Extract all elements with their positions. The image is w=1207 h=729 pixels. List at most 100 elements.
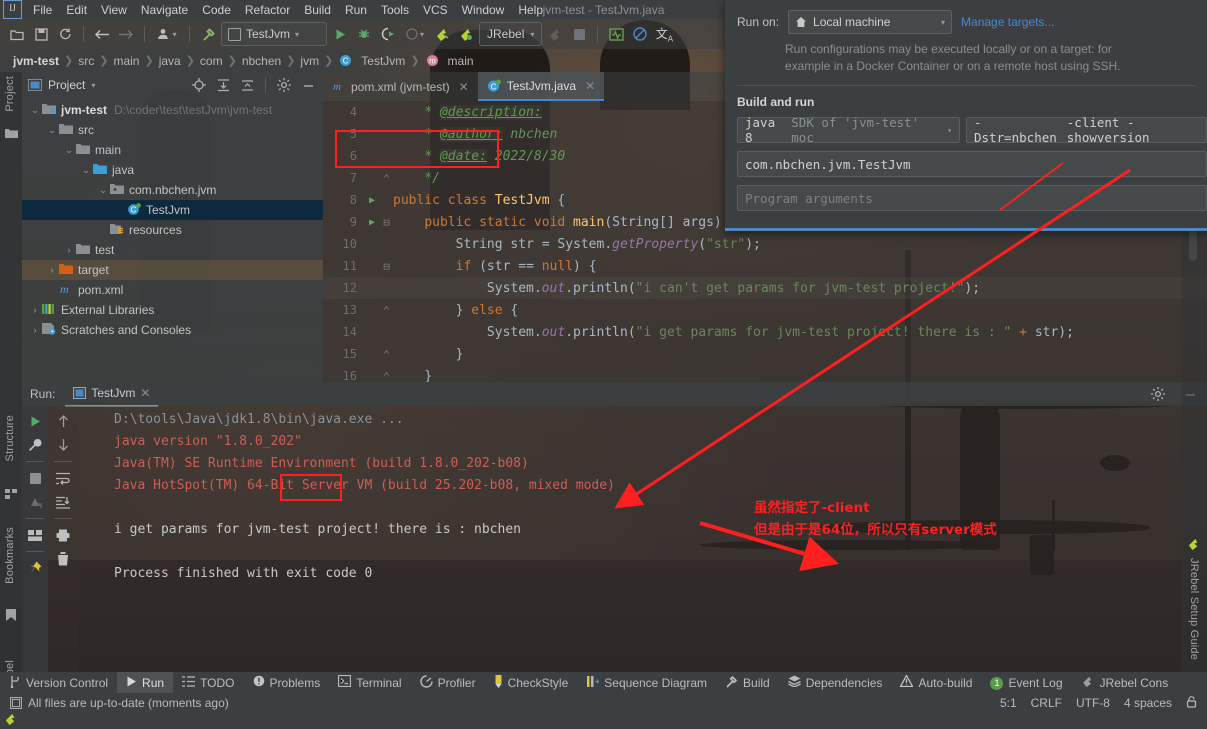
gear-icon[interactable]: [275, 76, 293, 94]
chevron-down-icon[interactable]: ⌄: [28, 105, 42, 116]
collapse-all-icon[interactable]: [238, 76, 256, 94]
minimize-icon[interactable]: [299, 76, 317, 94]
chevron-right-icon[interactable]: ›: [62, 245, 76, 255]
breadcrumb-item-method[interactable]: main: [443, 54, 479, 68]
tool-window-button-version-control[interactable]: Version Control: [0, 672, 117, 693]
menu-item-help[interactable]: Help: [511, 1, 550, 19]
user-icon[interactable]: ▾: [152, 23, 182, 45]
gear-icon[interactable]: [1147, 383, 1169, 405]
fold-marker-icon[interactable]: ⌃: [380, 172, 393, 185]
tree-node-main[interactable]: ⌄main: [22, 140, 323, 160]
menu-item-build[interactable]: Build: [297, 1, 338, 19]
layout-icon[interactable]: [24, 524, 46, 546]
chevron-down-icon[interactable]: ⌄: [45, 125, 59, 136]
debug-icon[interactable]: [353, 23, 375, 45]
run-gutter-icon[interactable]: ▶: [364, 195, 380, 206]
tree-node-com-nbchen-jvm[interactable]: ⌄com.nbchen.jvm: [22, 180, 323, 200]
tree-node-external-libraries[interactable]: ›External Libraries: [22, 300, 323, 320]
menu-item-tools[interactable]: Tools: [374, 1, 416, 19]
jrebel-icon[interactable]: [1187, 537, 1201, 554]
intellij-logo-icon[interactable]: IJ: [3, 0, 22, 19]
jrebel-run-icon[interactable]: [431, 23, 453, 45]
run-tab-testjvm[interactable]: TestJvm ✕: [65, 381, 158, 407]
expand-all-icon[interactable]: [214, 76, 232, 94]
breadcrumb-item-src[interactable]: src: [73, 54, 99, 68]
tool-window-button-build[interactable]: Build: [716, 672, 779, 693]
editor-tab-pom[interactable]: m pom.xml (jvm-test) ✕: [323, 72, 478, 101]
tool-window-button-todo[interactable]: TODO: [173, 672, 243, 693]
program-arguments-field[interactable]: Program arguments: [737, 185, 1207, 211]
close-icon[interactable]: ✕: [585, 79, 595, 93]
line-separator[interactable]: CRLF: [1024, 696, 1069, 710]
rail-item-jrebel-setup-guide[interactable]: JRebel Setup Guide: [1188, 558, 1200, 663]
breadcrumb-item-main[interactable]: main: [108, 54, 144, 68]
rail-item-bookmarks[interactable]: Bookmarks: [4, 527, 16, 587]
run-icon[interactable]: [329, 23, 351, 45]
no-entry-icon[interactable]: [629, 23, 651, 45]
tool-window-button-terminal[interactable]: Terminal: [329, 672, 410, 693]
wrench-icon[interactable]: [24, 434, 46, 456]
menu-item-navigate[interactable]: Navigate: [134, 1, 195, 19]
tool-window-button-profiler[interactable]: Profiler: [411, 672, 485, 693]
jrebel-debug-icon[interactable]: [455, 23, 477, 45]
tree-node-src[interactable]: ⌄src: [22, 120, 323, 140]
tree-node-resources[interactable]: resources: [22, 220, 323, 240]
file-encoding[interactable]: UTF-8: [1069, 696, 1117, 710]
tree-node-java[interactable]: ⌄java: [22, 160, 323, 180]
run-gutter-icon[interactable]: ▶: [364, 217, 380, 228]
target-selector[interactable]: Local machine ▾: [788, 10, 952, 34]
tool-window-button-problems[interactable]: Problems: [244, 672, 330, 693]
chevron-down-icon[interactable]: ⌄: [79, 165, 93, 176]
tool-window-button-sequence-diagram[interactable]: Sequence Diagram: [577, 672, 716, 693]
fold-marker-icon[interactable]: ⌃: [380, 304, 393, 317]
tree-node-pom-xml[interactable]: mpom.xml: [22, 280, 323, 300]
folder-icon[interactable]: [5, 128, 18, 142]
caret-position[interactable]: 5:1: [993, 696, 1024, 710]
down-icon[interactable]: [52, 434, 74, 456]
soft-wrap-icon[interactable]: [52, 467, 74, 489]
monitor-icon[interactable]: [605, 23, 627, 45]
trash-icon[interactable]: [52, 548, 74, 570]
chevron-right-icon[interactable]: ›: [28, 305, 42, 315]
sdk-selector[interactable]: java 8 SDK of 'jvm-test' moc ▾: [737, 117, 960, 143]
chevron-right-icon[interactable]: ›: [28, 325, 42, 335]
save-icon[interactable]: [30, 23, 52, 45]
stop-icon[interactable]: [24, 467, 46, 489]
folder-open-icon[interactable]: [6, 23, 28, 45]
up-icon[interactable]: [52, 410, 74, 432]
menu-item-code[interactable]: Code: [195, 1, 238, 19]
tool-window-button-event-log[interactable]: 1Event Log: [981, 672, 1071, 693]
refresh-icon[interactable]: [54, 23, 76, 45]
manage-targets-link[interactable]: Manage targets...: [961, 15, 1054, 29]
menu-item-refactor[interactable]: Refactor: [238, 1, 297, 19]
lock-icon[interactable]: [1179, 696, 1207, 711]
vm-options-field[interactable]: -Dstr=nbchen -client -showversion: [966, 117, 1207, 143]
menu-item-file[interactable]: File: [26, 1, 59, 19]
menu-item-view[interactable]: View: [94, 1, 134, 19]
tool-window-button-jrebel-cons[interactable]: JRebel Cons: [1072, 672, 1178, 693]
tree-node-target[interactable]: ›target: [22, 260, 323, 280]
chevron-down-icon[interactable]: ▾: [91, 81, 95, 90]
run-with-coverage-icon[interactable]: [377, 23, 399, 45]
tree-node-test[interactable]: ›test: [22, 240, 323, 260]
tool-window-button-run[interactable]: Run: [117, 672, 173, 693]
rail-item-project[interactable]: Project: [4, 76, 16, 115]
tool-window-button-dependencies[interactable]: Dependencies: [779, 672, 892, 693]
console-output[interactable]: D:\tools\Java\jdk1.8\bin\java.exe ...jav…: [78, 406, 1207, 672]
chevron-right-icon[interactable]: ›: [45, 265, 59, 275]
tool-window-button-checkstyle[interactable]: CheckStyle: [485, 672, 578, 693]
fold-marker-icon[interactable]: ⌃: [380, 370, 393, 383]
main-class-field[interactable]: com.nbchen.jvm.TestJvm: [737, 151, 1207, 177]
breadcrumb-item-java[interactable]: java: [154, 54, 186, 68]
close-icon[interactable]: ✕: [459, 80, 469, 94]
print-icon[interactable]: [52, 524, 74, 546]
locate-icon[interactable]: [190, 76, 208, 94]
scroll-to-end-icon[interactable]: [52, 491, 74, 513]
tree-node-scratches-and-consoles[interactable]: ›Scratches and Consoles: [22, 320, 323, 340]
menu-item-run[interactable]: Run: [338, 1, 374, 19]
chevron-down-icon[interactable]: ⌄: [62, 145, 76, 156]
fold-marker-icon[interactable]: ⌃: [380, 348, 393, 361]
breadcrumb-item-nbchen[interactable]: nbchen: [237, 54, 286, 68]
tree-node-testjvm[interactable]: CTestJvm: [22, 200, 323, 220]
tree-node-jvm-test[interactable]: ⌄jvm-testD:\coder\test\testJvm\jvm-test: [22, 100, 323, 120]
